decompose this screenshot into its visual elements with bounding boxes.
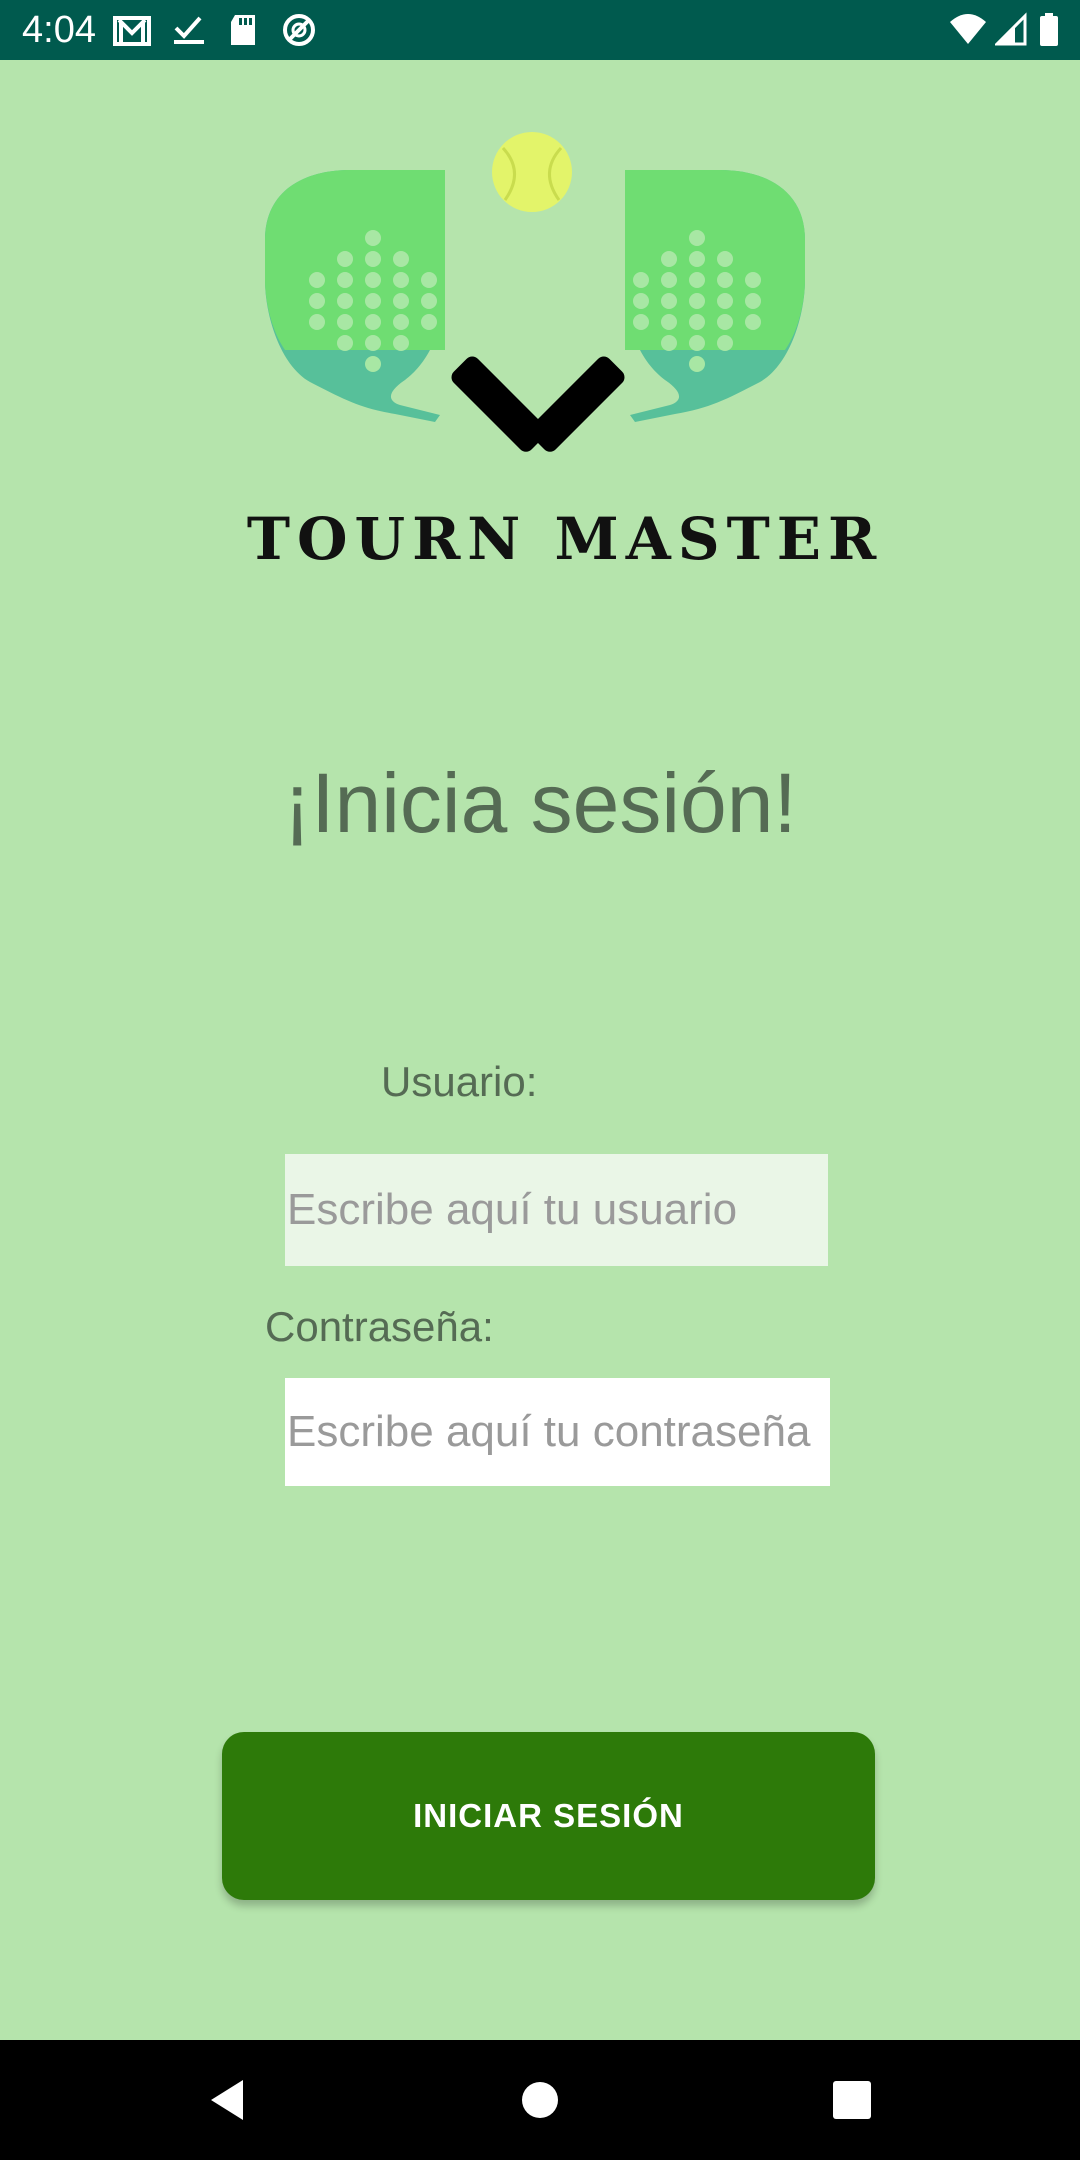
username-label: Usuario: [381, 1058, 538, 1105]
back-icon[interactable] [187, 2060, 267, 2140]
check-icon [170, 12, 208, 48]
sd-card-icon [225, 12, 263, 48]
brand-name: TOURN MASTER [246, 505, 884, 573]
login-button[interactable]: INICIAR SESIÓN [222, 1732, 875, 1900]
password-label: Contraseña: [265, 1303, 494, 1350]
recents-icon[interactable] [812, 2060, 892, 2140]
username-field[interactable] [285, 1154, 828, 1266]
logo-graphic [225, 120, 905, 480]
gmail-icon [113, 12, 151, 48]
status-bar: 4:04 [0, 0, 1080, 60]
password-field[interactable] [285, 1378, 830, 1486]
sync-icon [280, 12, 318, 48]
login-button-label: INICIAR SESIÓN [413, 1797, 684, 1834]
wifi-icon [948, 12, 988, 48]
page-title: ¡Inicia sesión! [283, 756, 797, 850]
battery-icon [1038, 12, 1060, 48]
navigation-bar [0, 2040, 1080, 2160]
home-icon[interactable] [500, 2060, 580, 2140]
signal-icon [995, 12, 1029, 48]
status-time: 4:04 [22, 9, 96, 51]
